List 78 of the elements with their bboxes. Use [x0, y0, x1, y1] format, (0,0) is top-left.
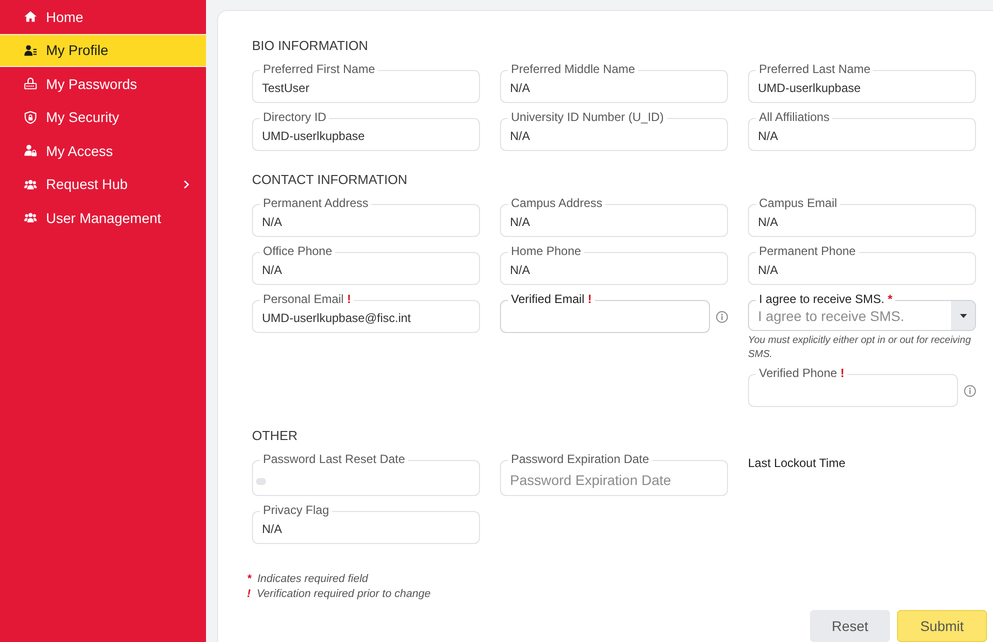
sidebar-item[interactable]: My Access	[0, 134, 206, 168]
text-field[interactable]: Password Last Reset Date	[252, 452, 480, 496]
legend-note: * Indicates required field	[247, 572, 370, 587]
field-value: N/A	[510, 214, 530, 229]
caret-down-icon	[960, 314, 966, 318]
user-lock-icon	[24, 144, 37, 158]
section-heading: OTHER	[252, 427, 298, 445]
field-value: N/A	[758, 214, 778, 229]
text-field[interactable]: Permanent Address N/A	[252, 196, 480, 237]
field-label: Campus Email	[756, 196, 840, 211]
sidebar-item-label: My Security	[46, 109, 120, 126]
pill-icon	[256, 478, 266, 485]
info-icon[interactable]	[716, 310, 728, 322]
sidebar-item-label: My Profile	[46, 42, 108, 58]
submit-button[interactable]: Submit	[897, 610, 987, 642]
text-field[interactable]: Home Phone N/A	[500, 244, 728, 285]
field-value: N/A	[510, 80, 530, 95]
field-value: N/A	[510, 128, 530, 143]
home-icon	[24, 10, 37, 24]
text-field[interactable]: Privacy Flag N/A	[252, 503, 480, 544]
legend-note: ! Verification required prior to change	[247, 587, 432, 602]
field-label: Campus Address	[508, 196, 606, 211]
field-placeholder: Password Expiration Date	[510, 470, 672, 488]
sidebar-item-label: Request Hub	[46, 176, 128, 192]
field-placeholder: I agree to receive SMS.	[758, 307, 906, 324]
field-value: N/A	[758, 262, 778, 277]
reset-button[interactable]: Reset	[810, 610, 890, 642]
text-field[interactable]: Office Phone N/A	[252, 244, 480, 285]
field-value: N/A	[262, 521, 282, 536]
text-field[interactable]: Campus Address N/A	[500, 196, 728, 237]
sidebar-item[interactable]: My Profile	[0, 34, 206, 67]
text-field[interactable]: Campus Email N/A	[748, 196, 976, 237]
field-value: UMD-userlkupbase	[262, 128, 365, 143]
sidebar-item[interactable]: My Passwords	[0, 67, 206, 100]
field-value: N/A	[262, 262, 282, 277]
section-heading: BIO INFORMATION	[252, 37, 370, 55]
sidebar-item-label: My Access	[46, 142, 113, 159]
section-heading: CONTACT INFORMATION	[252, 171, 408, 189]
dropdown-button[interactable]	[951, 301, 975, 330]
field-value: UMD-userlkupbase@fisc.int	[262, 310, 411, 325]
chevron-right-icon	[183, 180, 190, 189]
field-value: N/A	[758, 128, 778, 143]
sidebar-item-label: My Passwords	[46, 76, 138, 92]
field-label: Directory ID	[260, 110, 330, 125]
sidebar-item-label: User Management	[46, 210, 162, 226]
help-text: You must explicitly either opt in or out for receiving SMS.	[748, 334, 972, 362]
info-icon[interactable]	[964, 384, 976, 396]
text-field[interactable]: Verified Email !	[500, 292, 710, 333]
sidebar-item[interactable]: Home	[0, 0, 206, 34]
text-field[interactable]: All Affiliations N/A	[748, 110, 976, 151]
text-field[interactable]: University ID Number (U_ID) N/A	[500, 110, 728, 151]
field-value: N/A	[262, 214, 282, 229]
lock-keyboard-icon	[24, 77, 37, 90]
users-icon	[24, 211, 37, 224]
text-field[interactable]: Verified Phone !	[748, 366, 958, 407]
user-list-icon	[24, 44, 37, 57]
shield-lock-icon	[24, 110, 37, 124]
field-value: N/A	[510, 262, 530, 277]
field-value: TestUser	[262, 80, 310, 95]
sidebar-item[interactable]: User Management	[0, 201, 206, 234]
field-label: University ID Number (U_ID)	[508, 110, 667, 125]
text-field[interactable]: Preferred Last Name UMD-userlkupbase	[748, 62, 976, 103]
field-label: Privacy Flag	[260, 503, 332, 518]
text-field[interactable]: Preferred Middle Name N/A	[500, 62, 728, 103]
select-field[interactable]: I agree to receive SMS. * I agree to receive SMS.	[748, 292, 976, 331]
sidebar-item[interactable]: Request Hub	[0, 168, 206, 201]
text-field[interactable]: Personal Email ! UMD-userlkupbase@fisc.int	[252, 292, 480, 333]
text-field[interactable]: Directory ID UMD-userlkupbase	[252, 110, 480, 151]
field-label: Last Lockout Time	[748, 455, 846, 471]
field-label: I agree to receive SMS. *	[756, 292, 896, 307]
text-field[interactable]: Preferred First Name TestUser	[252, 62, 480, 103]
sidebar-item[interactable]: My Security	[0, 100, 206, 134]
text-field[interactable]: Permanent Phone N/A	[748, 244, 976, 285]
users-icon	[24, 178, 37, 191]
text-field[interactable]: Password Expiration Date Password Expiration Date	[500, 452, 728, 496]
sidebar-item-label: Home	[46, 8, 84, 25]
field-label: Password Expiration Date	[508, 452, 652, 467]
field-value: UMD-userlkupbase	[758, 80, 861, 95]
